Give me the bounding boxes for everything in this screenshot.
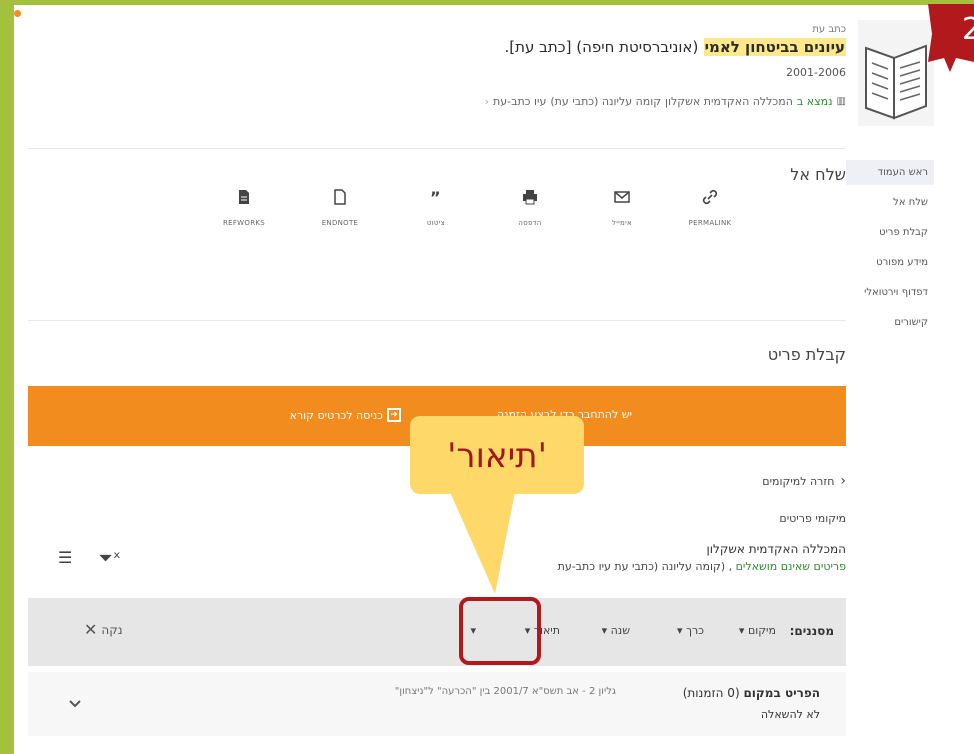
sidebar-item-send-to[interactable]: שלח אל <box>846 190 934 215</box>
login-icon: ➜ <box>387 408 401 422</box>
clear-label: נקה <box>101 622 123 637</box>
highlight-box <box>459 597 541 665</box>
divider <box>28 148 846 149</box>
left-accent-bar <box>0 0 14 754</box>
quote-icon: ” <box>430 188 441 206</box>
availability-rest: קומה עליונה (כתבי עת) <box>550 95 662 108</box>
availability-location: המכללה האקדמית אשקלון <box>665 95 793 108</box>
filter-volume[interactable]: כרך ▾ <box>677 624 704 637</box>
locations-label: מיקומי פריטים <box>779 512 846 525</box>
login-link[interactable]: ➜ כניסה לכרטיס קורא <box>290 408 401 422</box>
login-label: כניסה לכרטיס קורא <box>289 408 383 422</box>
item-tools: ☰ ⏷ˣ <box>58 548 121 569</box>
record-type: כתב עת <box>812 24 846 35</box>
page-sidebar: ראש העמוד שלח אל קבלת פריט מידע מפורט דפ… <box>842 160 974 340</box>
record-title[interactable]: עיונים בביטחון לאמי (אוניברסיטת חיפה) [כ… <box>505 38 846 56</box>
step-badge: 2 <box>920 0 974 72</box>
sidebar-item-details[interactable]: מידע מפורט <box>846 250 934 275</box>
svg-text:”: ” <box>430 188 441 206</box>
availability-line: ▥ נמצא ב המכללה האקדמית אשקלון קומה עליו… <box>485 95 846 108</box>
availability-icon: ▥ <box>836 96 846 107</box>
clear-filter-icon[interactable]: ⏷ˣ <box>98 548 120 569</box>
citation-button[interactable]: ” ציטוט <box>396 188 476 229</box>
location-subtitle: פריטים שאינם מושאלים , (קומה עליונה (כתב… <box>558 560 846 573</box>
link-icon <box>702 189 718 205</box>
permalink-button[interactable]: PERMALINK <box>670 188 750 229</box>
not-on-loan-label: פריטים שאינם מושאלים <box>735 560 846 573</box>
title-highlight: עיונים בביטחון לאמי <box>703 38 846 56</box>
print-button[interactable]: הדפסה <box>490 188 570 229</box>
location-name: המכללה האקדמית אשקלון <box>706 542 847 556</box>
location-shelf: , (קומה עליונה (כתבי עת עיו כתב-עת <box>557 560 733 573</box>
filter-location[interactable]: מיקום ▾ <box>739 624 776 637</box>
sidebar-item-get-item[interactable]: קבלת פריט <box>846 220 934 245</box>
send-to-title: שלח אל <box>790 165 846 184</box>
back-to-locations[interactable]: ‹ חזרה למיקומים <box>762 473 846 489</box>
title-source: (אוניברסיטת חיפה) [כתב עת]. <box>504 38 699 56</box>
chevron-down-icon[interactable] <box>68 694 82 713</box>
annotation-callout: 'תיאור' <box>410 416 584 494</box>
availability-prefix: נמצא ב <box>796 95 833 108</box>
record-years: 2001-2006 <box>786 66 846 79</box>
status-label: הפריט במקום <box>743 686 820 700</box>
divider <box>28 320 846 321</box>
file-filled-icon <box>239 190 249 204</box>
refworks-button[interactable]: REFWORKS <box>204 188 284 229</box>
sidebar-item-virtual-browse[interactable]: דפדוף וירטואלי <box>846 280 934 305</box>
back-label: חזרה למיקומים <box>762 474 835 488</box>
list-view-icon[interactable]: ☰ <box>58 548 72 569</box>
filter-bar: מסננים: מיקום ▾ כרך ▾ שנה ▾ תיאור ▾ ▾ ✕ … <box>28 598 846 666</box>
status-count: (0 הזמנות) <box>682 686 740 700</box>
email-button[interactable]: אימייל <box>582 188 662 229</box>
callout-text: 'תיאור' <box>447 436 547 476</box>
step-number: 2 <box>962 12 974 47</box>
chevron-left-icon: ‹ <box>484 95 489 108</box>
loan-policy: לא להשאלה <box>760 708 820 721</box>
item-description: גליון 2 - אב תשס"א 2001/7 בין "הכרעה" ל"… <box>394 686 616 697</box>
print-icon <box>523 190 537 205</box>
file-icon <box>334 189 346 205</box>
send-to-actions: PERMALINK אימייל הדפסה ” ציטוט ENDNOTE R… <box>160 188 760 228</box>
get-item-title: קבלת פריט <box>767 345 846 364</box>
main-content: כתב עת עיונים בביטחון לאמי (אוניברסיטת ח… <box>20 0 850 754</box>
sidebar-item-links[interactable]: קישורים <box>846 310 934 335</box>
close-icon: ✕ <box>84 620 98 639</box>
filters-label: מסננים: <box>789 624 834 638</box>
item-row[interactable]: הפריט במקום (0 הזמנות) גליון 2 - אב תשס"… <box>28 672 846 736</box>
mail-icon <box>614 191 630 203</box>
availability-shelf: עיו כתב-עת <box>493 95 547 108</box>
chevron-left-icon: ‹ <box>840 473 846 489</box>
filter-year[interactable]: שנה ▾ <box>602 624 630 637</box>
sidebar-item-top[interactable]: ראש העמוד <box>846 160 934 185</box>
clear-filters-button[interactable]: ✕ נקה <box>84 620 123 639</box>
endnote-button[interactable]: ENDNOTE <box>300 188 380 229</box>
item-status: הפריט במקום (0 הזמנות) <box>683 686 820 700</box>
